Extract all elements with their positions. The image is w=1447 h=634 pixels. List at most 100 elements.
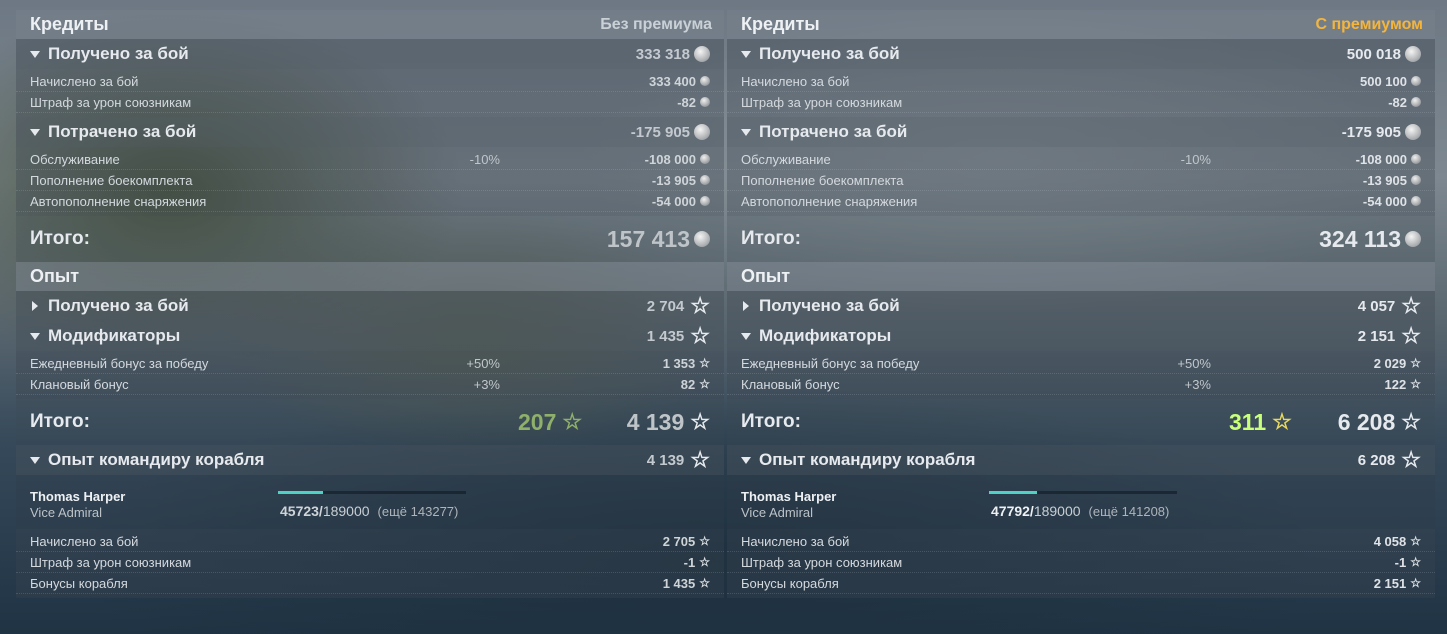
row-label: Обслуживание bbox=[741, 151, 831, 167]
row-label: Пополнение боекомплекта bbox=[30, 172, 193, 188]
credits-spent-group[interactable]: Потрачено за бой -175 905 bbox=[727, 117, 1435, 147]
commander-xp-readout: 45723/189000 (ещё 143277) bbox=[280, 503, 458, 519]
row-label: Начислено за бой bbox=[741, 73, 850, 89]
xp-star-icon: ☆ bbox=[690, 447, 710, 472]
credits-coin-icon bbox=[700, 97, 710, 107]
list-item: Бонусы корабля 1 435 ☆ bbox=[16, 573, 724, 594]
xp-earned-value: 2 704 bbox=[646, 297, 685, 315]
xp-total-label: Итого: bbox=[30, 411, 90, 432]
credits-coin-icon bbox=[700, 76, 710, 86]
list-item: Ежедневный бонус за победу +50% 2 029 ☆ bbox=[727, 353, 1435, 374]
chevron-down-icon[interactable] bbox=[30, 332, 40, 340]
chevron-down-icon[interactable] bbox=[30, 128, 40, 136]
commander-xp-readout: 47792/189000 (ещё 141208) bbox=[991, 503, 1169, 519]
commander-xp-progress-fill bbox=[989, 491, 1037, 494]
row-label: Автопополнение снаряжения bbox=[741, 193, 918, 209]
credits-total-value: 157 413 bbox=[606, 225, 690, 252]
free-xp-bonus: 207 ☆ bbox=[518, 409, 582, 436]
free-xp-value: 207 bbox=[518, 408, 557, 435]
commander-xp-max: 189000 bbox=[1033, 503, 1081, 519]
xp-total-value: 4 139 bbox=[626, 408, 685, 435]
chevron-right-icon[interactable] bbox=[32, 301, 38, 311]
xp-earned-label: Получено за бой bbox=[48, 296, 189, 315]
row-value: -13 905 bbox=[651, 172, 696, 188]
row-label: Начислено за бой bbox=[30, 533, 139, 549]
chevron-down-icon[interactable] bbox=[30, 50, 40, 58]
row-value: -13 905 bbox=[1362, 172, 1407, 188]
credits-earned-group[interactable]: Получено за бой 500 018 bbox=[727, 39, 1435, 69]
row-label: Клановый бонус bbox=[741, 376, 840, 392]
xp-earned-group[interactable]: Получено за бой 4 057 ☆ bbox=[727, 291, 1435, 321]
xp-title: Опыт bbox=[741, 266, 791, 286]
commander-xp-group[interactable]: Опыт командиру корабля 4 139 ☆ bbox=[16, 445, 724, 475]
commander-rank: Vice Admiral bbox=[741, 505, 814, 520]
commander-name: Thomas Harper bbox=[741, 489, 837, 504]
row-value: 2 029 bbox=[1373, 355, 1407, 371]
xp-star-icon: ☆ bbox=[690, 323, 710, 348]
credits-section-header: Кредиты Без премиума bbox=[16, 10, 724, 39]
commander-xp-max: 189000 bbox=[322, 503, 370, 519]
xp-modifiers-group[interactable]: Модификаторы 1 435 ☆ bbox=[16, 321, 724, 351]
row-label: Штраф за урон союзникам bbox=[30, 94, 192, 110]
row-value: 2 151 bbox=[1373, 575, 1407, 591]
xp-section-header: Опыт bbox=[727, 262, 1435, 291]
list-item: Обслуживание -10% -108 000 bbox=[727, 149, 1435, 170]
commander-xp-label: Опыт командиру корабля bbox=[759, 450, 976, 469]
list-item: Начислено за бой 333 400 bbox=[16, 71, 724, 92]
credits-earned-value: 333 318 bbox=[635, 45, 690, 63]
commander-xp-rows: Начислено за бой 2 705 ☆ Штраф за урон сою… bbox=[16, 529, 724, 598]
free-xp-bonus: 311 ☆ bbox=[1229, 409, 1292, 436]
xp-star-icon: ☆ bbox=[1401, 409, 1421, 434]
row-percent: +50% bbox=[466, 355, 500, 371]
credits-coin-icon bbox=[694, 231, 710, 247]
list-item: Автопополнение снаряжения -54 000 bbox=[727, 191, 1435, 212]
credits-spent-label: Потрачено за бой bbox=[759, 122, 908, 141]
row-value: 82 bbox=[680, 376, 696, 392]
row-percent: +3% bbox=[1184, 376, 1211, 392]
free-xp-value: 311 bbox=[1229, 408, 1267, 435]
xp-star-icon: ☆ bbox=[699, 377, 710, 391]
credits-earned-group[interactable]: Получено за бой 333 318 bbox=[16, 39, 724, 69]
list-item: Штраф за урон союзникам -1 ☆ bbox=[727, 552, 1435, 573]
credits-earned-label: Получено за бой bbox=[48, 44, 189, 63]
row-label: Штраф за урон союзникам bbox=[741, 554, 903, 570]
row-value: 1 353 bbox=[662, 355, 696, 371]
credits-spent-value: -175 905 bbox=[630, 123, 690, 141]
commander-xp-group[interactable]: Опыт командиру корабля 6 208 ☆ bbox=[727, 445, 1435, 475]
xp-star-icon: ☆ bbox=[1401, 447, 1421, 472]
credits-total-label: Итого: bbox=[30, 228, 90, 249]
xp-earned-group[interactable]: Получено за бой 2 704 ☆ bbox=[16, 291, 724, 321]
chevron-down-icon[interactable] bbox=[741, 332, 751, 340]
premium-status-label: Без премиума bbox=[600, 15, 712, 33]
premium-status-label: С премиумом bbox=[1315, 15, 1423, 33]
chevron-down-icon[interactable] bbox=[741, 128, 751, 136]
credits-spent-rows: Обслуживание -10% -108 000 Пополнение боек… bbox=[727, 147, 1435, 216]
chevron-down-icon[interactable] bbox=[741, 50, 751, 58]
credits-earned-rows: Начислено за бой 500 100 Штраф за урон со… bbox=[727, 69, 1435, 117]
list-item: Пополнение боекомплекта -13 905 bbox=[727, 170, 1435, 191]
xp-star-icon: ☆ bbox=[699, 534, 710, 548]
chevron-down-icon[interactable] bbox=[30, 456, 40, 464]
xp-star-icon: ☆ bbox=[699, 555, 710, 569]
list-item: Штраф за урон союзникам -82 bbox=[727, 92, 1435, 113]
row-value: 4 058 bbox=[1373, 533, 1407, 549]
credits-coin-icon bbox=[700, 175, 710, 185]
row-value: -108 000 bbox=[644, 151, 696, 167]
list-item: Штраф за урон союзникам -1 ☆ bbox=[16, 552, 724, 573]
commander-name: Thomas Harper bbox=[30, 489, 126, 504]
xp-star-icon: ☆ bbox=[1410, 576, 1421, 590]
credits-coin-icon bbox=[694, 124, 710, 140]
xp-section-header: Опыт bbox=[16, 262, 724, 291]
list-item: Начислено за бой 2 705 ☆ bbox=[16, 531, 724, 552]
row-value: 122 bbox=[1384, 376, 1407, 392]
credits-earned-value: 500 018 bbox=[1346, 45, 1401, 63]
commander-xp-current: 45723/ bbox=[280, 503, 323, 519]
credits-spent-value: -175 905 bbox=[1341, 123, 1401, 141]
chevron-right-icon[interactable] bbox=[743, 301, 749, 311]
xp-earned-label: Получено за бой bbox=[759, 296, 900, 315]
chevron-down-icon[interactable] bbox=[741, 456, 751, 464]
row-label: Бонусы корабля bbox=[741, 575, 839, 591]
xp-modifiers-group[interactable]: Модификаторы 2 151 ☆ bbox=[727, 321, 1435, 351]
credits-spent-group[interactable]: Потрачено за бой -175 905 bbox=[16, 117, 724, 147]
results-panel-premium: Кредиты С премиумом Получено за бой 500 … bbox=[727, 10, 1435, 598]
